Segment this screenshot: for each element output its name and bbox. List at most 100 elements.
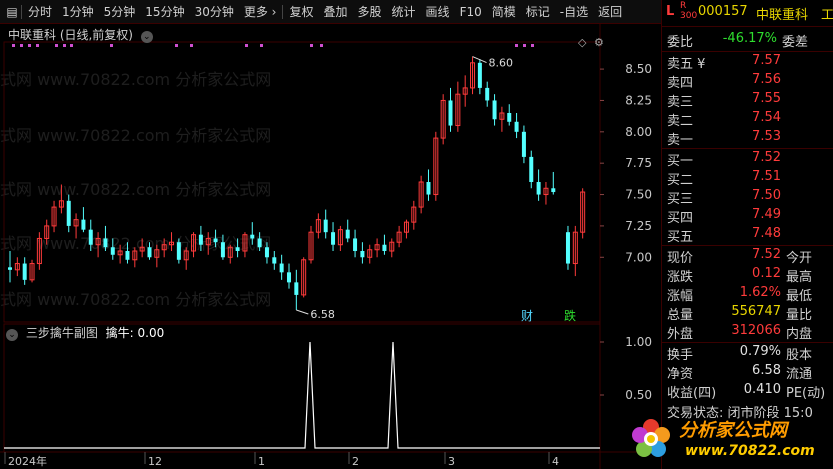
stat-label2: 内盘 [786,327,813,342]
remove-favorite-button[interactable]: -自选 [555,0,593,24]
overlay-button[interactable]: 叠加 [319,0,353,24]
event-dot [310,44,313,47]
stat-label2: 最高 [786,270,813,285]
page-icon[interactable]: ▤ [4,5,20,19]
date-tick-label: 2024年 [8,454,47,468]
bid-label: 买一 [667,154,694,169]
sub-chart-name: 三步擒牛副图 [25,326,98,340]
candle-body-down [176,242,181,260]
tab-1min[interactable]: 1分钟 [57,0,99,24]
stat-label: 涨幅 [667,289,694,304]
logo-text: 分析家公式网 [679,420,787,441]
candle-body-down [426,182,431,195]
tab-30min[interactable]: 30分钟 [190,0,239,24]
candle-body-down [353,238,358,251]
l-flag: L [666,4,675,19]
candle-body-down [220,242,225,258]
date-tick-label: 1 [258,455,265,468]
chart-title-text: 中联重科 (日线,前复权) [8,28,133,42]
candle-body-down [345,229,350,239]
ask-row: 卖二 7.54 [662,110,833,129]
event-dot [55,44,58,47]
divider [662,148,833,149]
stat2-label2: PE(动) [786,386,826,401]
tab-15min[interactable]: 15分钟 [140,0,189,24]
candle-body-down [8,267,12,270]
candle-body-down [294,282,299,295]
ask-label: 卖五 ¥ [667,57,706,72]
price-tick-label: 7.25 [625,219,652,233]
bid-row: 买三 7.50 [662,188,833,207]
draw-line-button[interactable]: 画线 [421,0,455,24]
stat-value: 7.52 [752,247,781,262]
tab-fenshi[interactable]: 分时 [23,0,57,24]
bid-price: 7.52 [752,150,781,165]
date-tick-label: 4 [552,455,559,468]
stat2-row: 换手 0.79% 股本 [662,344,833,363]
bid-price: 7.50 [752,188,781,203]
bid-label: 买三 [667,192,694,207]
price-tick-label: 7.00 [625,250,652,264]
back-button[interactable]: 返回 [593,0,627,24]
candle-body-down [485,87,490,101]
simple-mode-button[interactable]: 简模 [487,0,521,24]
candle-body-down [264,247,269,258]
candle-body-down [279,263,284,273]
stat2-row: 净资 6.58 流通 [662,363,833,382]
candle-body-down [110,247,115,255]
low-marker-line [296,309,309,315]
toolbar-divider [21,4,22,19]
ask-price: 7.54 [752,110,781,125]
stat-label: 外盘 [667,327,694,342]
bid-label: 买五 [667,230,694,245]
bid-row: 买一 7.52 [662,150,833,169]
event-dot [70,44,73,47]
event-dot [320,44,323,47]
sub-tick-label: 1.00 [625,335,652,349]
bid-row: 买四 7.49 [662,207,833,226]
candle-body-down [448,100,453,126]
statistics-button[interactable]: 统计 [387,0,421,24]
bid-price: 7.49 [752,207,781,222]
restore-rights-button[interactable]: 复权 [284,0,318,24]
sub-tick-label: 0.50 [625,388,652,402]
stat-label2: 最低 [786,289,813,304]
event-dot [28,44,31,47]
event-dot [531,44,534,47]
stat-value: 1.62% [739,285,781,300]
stat2-value: 0.410 [743,382,781,397]
multi-stock-button[interactable]: 多股 [353,0,387,24]
mark-button[interactable]: 标记 [521,0,555,24]
event-dot [175,44,178,47]
candle-body-down [331,232,336,245]
ask-price: 7.55 [752,91,781,106]
toolbar-divider [282,4,284,19]
candle-body-down [551,188,556,193]
f10-button[interactable]: F10 [455,0,487,24]
event-die-label: 跌 [564,308,576,323]
stat-value: 0.12 [752,266,781,281]
candle-body-down [521,131,526,157]
kline-svg: 8.50 8.25 8.00 7.75 7.50 7.25 7.00 ◇ ⚙ 8.60 6.58 财 跌… [0,24,660,469]
qinniu-signal-line [4,341,600,449]
r-badge-icon: R 300 [680,1,698,21]
event-dot [63,44,66,47]
chevron-down-icon[interactable]: ⌄ [6,329,18,341]
stock-header: L R 300 000157 中联重科 工 [662,1,833,24]
stat-row: 现价 7.52 今开 [662,247,833,266]
candle-body-down [536,182,541,195]
ask-row: 卖五 ¥ 7.57 [662,53,833,72]
candle-body-down [382,244,387,251]
stat-row: 总量 556747 量比 [662,304,833,323]
site-logo: 分析家公式网 www.70822.com [627,412,833,469]
stat2-value: 6.58 [752,363,781,378]
kline-chart-area[interactable]: 式网 www.70822.com 分析家公式网 式网 www.70822.com… [0,24,660,469]
settings-diamond-icon: ◇ [578,36,587,49]
chevron-down-icon[interactable]: ⌄ [140,31,153,43]
stat-label: 涨跌 [667,270,694,285]
candle-body-down [492,100,497,120]
event-dot [20,44,23,47]
stat2-label: 净资 [667,367,694,382]
tab-5min[interactable]: 5分钟 [99,0,141,24]
more-periods-button[interactable]: 更多 › [239,0,282,24]
